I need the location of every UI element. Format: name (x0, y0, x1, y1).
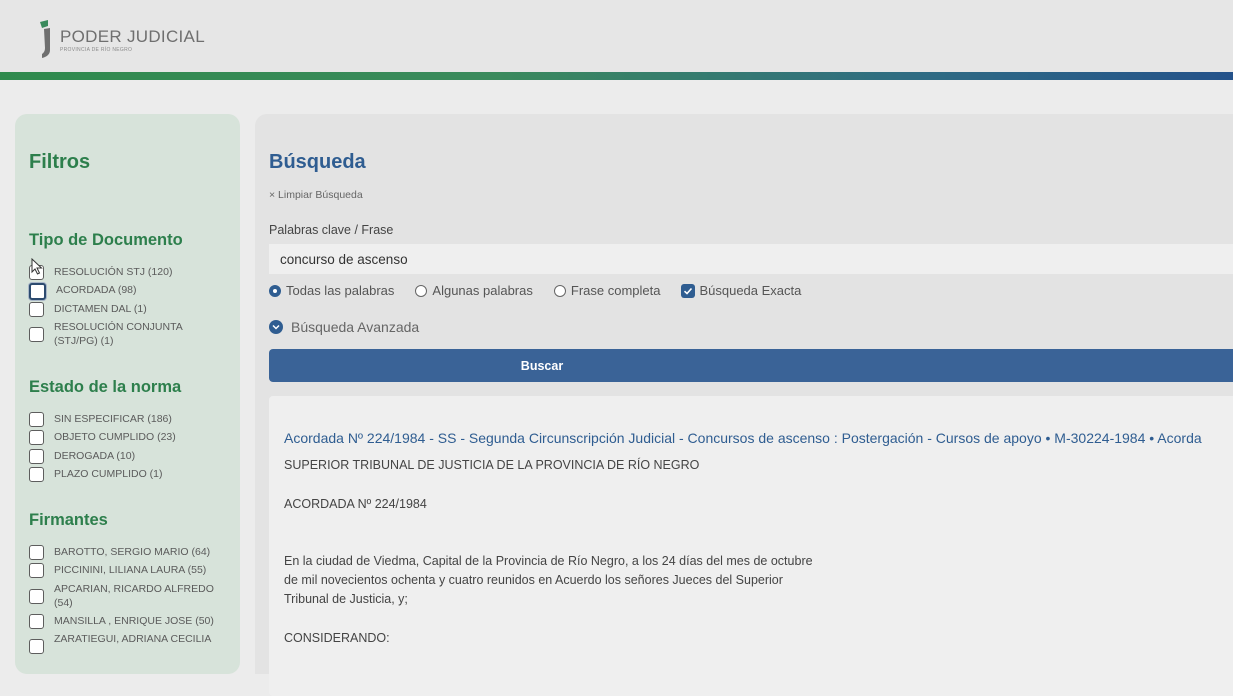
logo-title: PODER JUDICIAL (60, 27, 205, 46)
filter-option[interactable]: ZARATIEGUI, ADRIANA CECILIA (29, 632, 224, 654)
filter-option[interactable]: MANSILLA , ENRIQUE JOSE (50) (29, 614, 224, 629)
result-text-line: Tribunal de Justicia, y; (284, 592, 408, 606)
logo-mark-icon (40, 20, 50, 58)
keyword-label: Palabras clave / Frase (269, 223, 394, 237)
filters-title: Filtros (29, 151, 91, 173)
section-firmantes-title: Firmantes (29, 511, 108, 529)
checkbox[interactable] (29, 412, 44, 427)
radio-selected[interactable] (269, 284, 281, 297)
exact-search-checkbox[interactable]: Búsqueda Exacta (681, 283, 801, 298)
checkbox[interactable] (29, 589, 44, 604)
filter-option[interactable]: RESOLUCIÓN STJ (120) (29, 265, 219, 280)
mouse-cursor-icon (31, 258, 43, 275)
filter-option[interactable]: RESOLUCIÓN CONJUNTA (STJ/PG) (1) (29, 320, 194, 348)
filter-option[interactable]: BAROTTO, SERGIO MARIO (64) (29, 545, 219, 560)
result-title-link[interactable]: Acordada Nº 224/1984 - SS - Segunda Circ… (284, 430, 1202, 446)
filter-option[interactable]: OBJETO CUMPLIDO (23) (29, 430, 219, 445)
search-button[interactable]: Buscar (269, 349, 1233, 382)
radio-unselected[interactable] (553, 284, 566, 297)
radio-algunas-palabras[interactable]: Algunas palabras (415, 283, 533, 298)
radio-frase-completa[interactable]: Frase completa (553, 283, 660, 298)
logo-subtitle: PROVINCIA DE RÍO NEGRO (60, 47, 133, 53)
checkbox[interactable] (29, 614, 44, 629)
section-tipo-documento-title: Tipo de Documento (29, 231, 183, 249)
radio-unselected[interactable] (415, 284, 428, 297)
checkbox[interactable] (29, 327, 44, 342)
search-panel: Búsqueda × Limpiar Búsqueda Palabras cla… (255, 114, 1233, 696)
result-text-line: ACORDADA Nº 224/1984 (284, 497, 427, 511)
result-text-line: CONSIDERANDO: (284, 631, 390, 645)
filter-option[interactable]: SIN ESPECIFICAR (186) (29, 412, 219, 427)
result-text-line: de mil novecientos ochenta y cuatro reun… (284, 573, 783, 587)
search-mode-options: Todas las palabras Algunas palabras Fras… (269, 283, 822, 298)
checkbox[interactable] (29, 545, 44, 560)
check-icon[interactable] (681, 283, 696, 298)
result-text-line: En la ciudad de Viedma, Capital de la Pr… (284, 554, 813, 568)
filter-option[interactable]: PLAZO CUMPLIDO (1) (29, 467, 219, 482)
filter-option[interactable]: DEROGADA (10) (29, 449, 219, 464)
result-text-line: SUPERIOR TRIBUNAL DE JUSTICIA DE LA PROV… (284, 458, 700, 472)
search-title: Búsqueda (269, 151, 366, 173)
result-card: Acordada Nº 224/1984 - SS - Segunda Circ… (269, 396, 1233, 696)
checkbox[interactable] (29, 449, 44, 464)
clear-search-link[interactable]: × Limpiar Búsqueda (269, 189, 363, 201)
keyword-input[interactable] (269, 244, 1233, 274)
filter-option[interactable]: ACORDADA (98) (29, 283, 221, 300)
filters-sidebar: Filtros Tipo de Documento RESOLUCIÓN STJ… (15, 114, 240, 674)
poder-judicial-logo[interactable]: PODER JUDICIAL PROVINCIA DE RÍO NEGRO (38, 20, 205, 58)
checkbox[interactable] (29, 302, 44, 317)
checkbox[interactable] (29, 283, 46, 300)
advanced-search-toggle[interactable]: Búsqueda Avanzada (269, 319, 419, 335)
header-color-stripe (0, 72, 1233, 80)
filter-option[interactable]: APCARIAN, RICARDO ALFREDO (54) (29, 582, 214, 610)
top-header: PODER JUDICIAL PROVINCIA DE RÍO NEGRO (0, 0, 1233, 72)
radio-todas-las-palabras[interactable]: Todas las palabras (269, 283, 394, 298)
filter-option[interactable]: DICTAMEN DAL (1) (29, 302, 219, 317)
checkbox[interactable] (29, 430, 44, 445)
section-estado-norma-title: Estado de la norma (29, 378, 182, 396)
checkbox[interactable] (29, 467, 44, 482)
checkbox[interactable] (29, 563, 44, 578)
filter-option[interactable]: PICCININI, LILIANA LAURA (55) (29, 563, 219, 578)
chevron-down-icon (269, 320, 283, 334)
